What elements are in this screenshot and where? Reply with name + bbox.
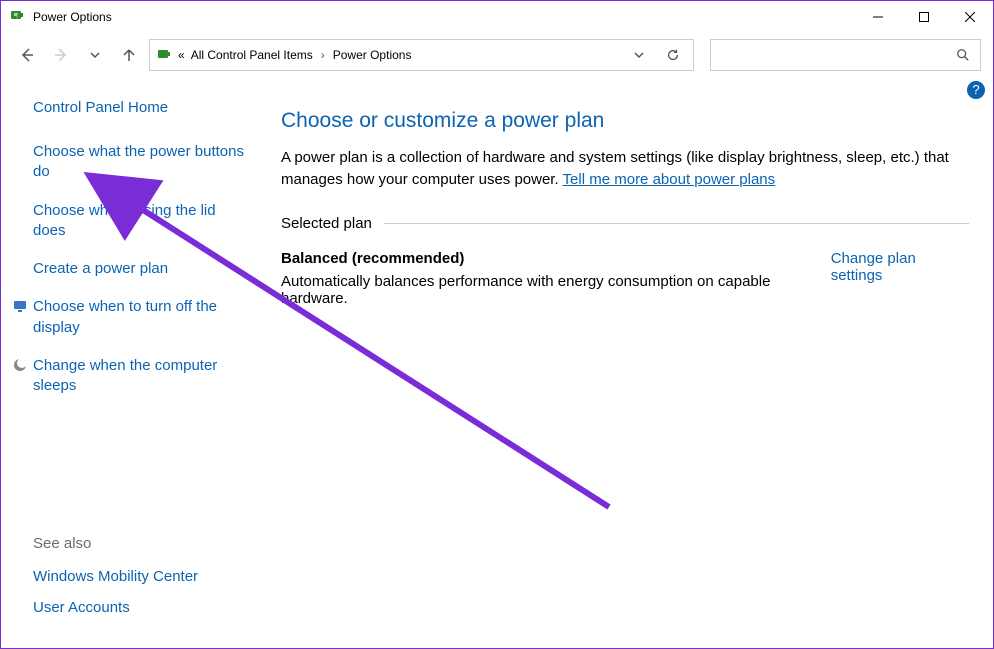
sidebar-links: Choose what the power buttons do Choose …	[33, 142, 249, 396]
sidebar-link-label: Create a power plan	[33, 260, 168, 277]
sidebar-link-label: Change when the computer sleeps	[33, 357, 217, 394]
sidebar-link-label: Choose when to turn off the display	[33, 298, 217, 335]
chevron-right-icon: ›	[319, 48, 327, 62]
page-heading: Choose or customize a power plan	[281, 109, 969, 133]
breadcrumb-item-1[interactable]: Power Options	[333, 48, 412, 62]
breadcrumb-item-0[interactable]: All Control Panel Items	[191, 48, 313, 62]
up-button[interactable]	[115, 41, 143, 69]
maximize-button[interactable]	[901, 1, 947, 33]
close-button[interactable]	[947, 1, 993, 33]
window-frame: Power Options	[0, 0, 994, 649]
search-input[interactable]	[710, 39, 981, 71]
monitor-icon	[13, 299, 27, 313]
battery-icon	[156, 46, 172, 65]
window-controls	[855, 1, 993, 33]
moon-icon	[13, 358, 27, 372]
body: Control Panel Home Choose what the power…	[1, 77, 993, 648]
minimize-button[interactable]	[855, 1, 901, 33]
page-description: A power plan is a collection of hardware…	[281, 147, 969, 191]
main-content: ? Choose or customize a power plan A pow…	[261, 77, 993, 648]
sidebar-link-label: Choose what closing the lid does	[33, 202, 216, 239]
address-dropdown-button[interactable]	[625, 41, 653, 69]
see-also-link-mobility-center[interactable]: Windows Mobility Center	[33, 568, 249, 585]
sidebar-link-create-plan[interactable]: Create a power plan	[33, 259, 249, 279]
learn-more-link[interactable]: Tell me more about power plans	[563, 171, 776, 188]
change-plan-settings-link[interactable]: Change plan settings	[831, 250, 969, 284]
sidebar-link-label: Choose what the power buttons do	[33, 143, 244, 180]
see-also-label: See also	[33, 535, 249, 552]
search-icon	[956, 48, 970, 62]
see-also-link-user-accounts[interactable]: User Accounts	[33, 599, 249, 616]
sidebar-bottom: See also Windows Mobility Center User Ac…	[33, 535, 249, 630]
breadcrumb-prefix: «	[178, 48, 185, 62]
plan-name: Balanced (recommended)	[281, 250, 831, 267]
titlebar-left: Power Options	[9, 7, 112, 28]
sidebar-link-computer-sleeps[interactable]: Change when the computer sleeps	[33, 356, 249, 397]
battery-icon	[9, 7, 25, 28]
recent-locations-button[interactable]	[81, 41, 109, 69]
sidebar-link-power-buttons[interactable]: Choose what the power buttons do	[33, 142, 249, 183]
sidebar-link-turn-off-display[interactable]: Choose when to turn off the display	[33, 297, 249, 338]
refresh-button[interactable]	[659, 41, 687, 69]
plan-row: Balanced (recommended) Automatically bal…	[281, 250, 969, 307]
divider	[384, 223, 969, 224]
plan-info: Balanced (recommended) Automatically bal…	[281, 250, 831, 307]
window-title: Power Options	[33, 10, 112, 24]
plan-description: Automatically balances performance with …	[281, 273, 831, 307]
back-button[interactable]	[13, 41, 41, 69]
address-bar[interactable]: « All Control Panel Items › Power Option…	[149, 39, 694, 71]
help-button[interactable]: ?	[967, 81, 985, 99]
sidebar: Control Panel Home Choose what the power…	[1, 77, 261, 648]
control-panel-home-link[interactable]: Control Panel Home	[33, 99, 249, 116]
forward-button[interactable]	[47, 41, 75, 69]
sidebar-link-closing-lid[interactable]: Choose what closing the lid does	[33, 201, 249, 242]
nav-row: « All Control Panel Items › Power Option…	[1, 33, 993, 77]
titlebar: Power Options	[1, 1, 993, 33]
selected-plan-header: Selected plan	[281, 215, 969, 232]
selected-plan-label: Selected plan	[281, 215, 372, 232]
